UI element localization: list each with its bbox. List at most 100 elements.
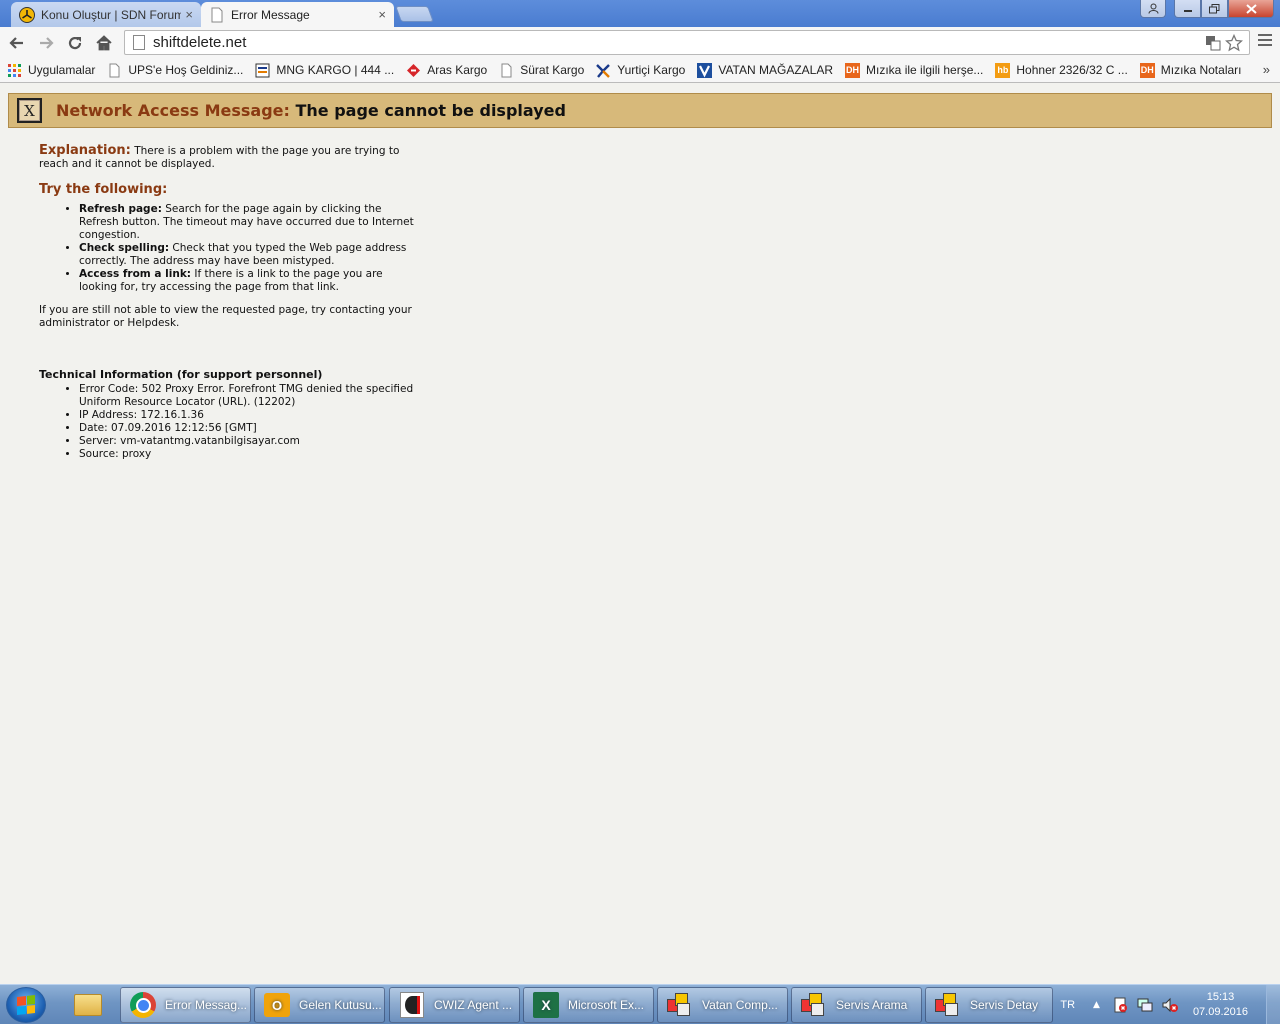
taskbar-outlook[interactable]: O Gelen Kutusu... [254, 987, 385, 1023]
tab-strip: Konu Oluştur | SDN Forum × Error Message… [0, 0, 1280, 27]
new-tab-button[interactable] [395, 6, 434, 22]
error-body: Explanation: There is a problem with the… [39, 144, 419, 461]
bookmark-label: Sürat Kargo [520, 63, 585, 77]
show-hidden-icons-icon[interactable]: ▲ [1093, 1000, 1100, 1010]
banner-label: Network Access Message: [56, 101, 290, 120]
bookmark-label: Aras Kargo [427, 63, 488, 77]
bookmark-aras-kargo[interactable]: Aras Kargo [406, 63, 487, 78]
menu-line [1258, 44, 1272, 46]
tab-title: Error Message [231, 7, 310, 22]
task-label: Error Messag... [165, 998, 248, 1012]
mng-icon [255, 63, 270, 77]
url-text[interactable]: shiftdelete.net [153, 34, 1205, 51]
bookmark-mizika-notalari[interactable]: DH Mızıka Notaları [1139, 62, 1242, 78]
tab-title: Konu Oluştur | SDN Forum [41, 7, 182, 22]
outlook-icon: O [263, 991, 291, 1019]
task-label: Microsoft Ex... [568, 998, 645, 1012]
taskbar-vatan-comp[interactable]: Vatan Comp... [657, 987, 788, 1023]
bookmark-hohner[interactable]: hb Hohner 2326/32 C ... [995, 62, 1128, 78]
explanation-block: Explanation: There is a problem with the… [39, 144, 419, 171]
list-item: Refresh page: Search for the page again … [79, 203, 419, 242]
tip-label: Check spelling: [79, 242, 170, 254]
back-arrow-icon [9, 37, 23, 49]
tab-sdn-forum[interactable]: Konu Oluştur | SDN Forum × [11, 2, 201, 27]
error-banner: X Network Access Message: The page canno… [8, 93, 1272, 128]
task-label: CWIZ Agent ... [434, 998, 513, 1012]
minimize-button[interactable] [1174, 0, 1201, 18]
task-label: Gelen Kutusu... [299, 998, 382, 1012]
back-button[interactable] [5, 31, 29, 55]
bookmark-vatan[interactable]: VATAN MAĞAZALAR [697, 62, 834, 78]
tips-list: Refresh page: Search for the page again … [39, 203, 419, 294]
aras-icon [407, 63, 421, 77]
cwiz-icon [398, 991, 426, 1019]
menu-line [1258, 34, 1272, 36]
excel-icon: X [532, 991, 560, 1019]
chrome-icon [129, 991, 157, 1019]
tech-info-list: Error Code: 502 Proxy Error. Forefront T… [39, 383, 419, 461]
clock[interactable]: 15:13 07.09.2016 [1193, 990, 1248, 1020]
page-icon [133, 35, 145, 50]
user-icon [1148, 3, 1158, 14]
bookmark-mng-kargo[interactable]: MNG KARGO | 444 ... [255, 63, 394, 78]
tab-error-message[interactable]: Error Message × [201, 2, 394, 27]
start-button[interactable] [6, 987, 46, 1023]
explorer-pinned-button[interactable] [64, 988, 112, 1022]
bookmark-surat-kargo[interactable]: Sürat Kargo [499, 63, 584, 78]
explanation-label: Explanation: [39, 143, 131, 158]
yurtici-icon [596, 63, 611, 78]
taskbar-servis-arama[interactable]: Servis Arama [791, 987, 922, 1023]
clock-date: 07.09.2016 [1192, 1006, 1248, 1018]
chrome-menu-button[interactable] [1258, 34, 1272, 48]
bookmark-star-icon[interactable] [1225, 33, 1243, 52]
bookmark-mizika-ilgili[interactable]: DH Mızıka ile ilgili herşe... [845, 62, 983, 78]
page-icon [501, 63, 512, 77]
more-bookmarks-button[interactable]: » [1263, 62, 1270, 77]
bookmark-label: Mızıka Notaları [1160, 63, 1242, 77]
taskbar-chrome[interactable]: Error Messag... [120, 987, 251, 1023]
list-item: IP Address: 172.16.1.36 [79, 409, 419, 422]
restore-button[interactable] [1201, 0, 1228, 18]
bookmark-label: VATAN MAĞAZALAR [718, 63, 834, 77]
dh-icon: DH [1139, 62, 1155, 78]
forward-button[interactable] [34, 31, 58, 55]
browser-toolbar: shiftdelete.net [0, 27, 1280, 58]
bookmark-label: Hohner 2326/32 C ... [1016, 63, 1128, 77]
sdn-logo-icon [19, 6, 35, 23]
taskbar-cwiz-agent[interactable]: CWIZ Agent ... [389, 987, 520, 1023]
restore-icon [1209, 3, 1220, 13]
vatan-app-icon [934, 991, 962, 1019]
language-indicator[interactable]: TR [1060, 999, 1075, 1011]
home-button[interactable] [92, 31, 116, 55]
contact-admin-text: If you are still not able to view the re… [39, 304, 412, 329]
close-window-button[interactable] [1228, 0, 1274, 18]
minimize-icon [1183, 9, 1192, 12]
bookmark-yurtici-kargo[interactable]: Yurtiçi Kargo [596, 63, 685, 78]
tip-label: Refresh page: [79, 203, 162, 215]
address-bar[interactable]: shiftdelete.net [124, 30, 1250, 55]
reload-button[interactable] [63, 31, 87, 55]
list-item: Server: vm-vatantmg.vatanbilgisayar.com [79, 435, 419, 448]
tab-close-icon[interactable]: × [185, 7, 193, 22]
taskbar-excel[interactable]: X Microsoft Ex... [523, 987, 654, 1023]
network-icon[interactable] [1137, 997, 1153, 1013]
action-center-icon[interactable] [1112, 997, 1128, 1013]
folder-icon [74, 994, 102, 1016]
volume-muted-icon[interactable] [1162, 997, 1178, 1013]
show-desktop-button[interactable] [1266, 985, 1280, 1024]
bookmark-ups[interactable]: UPS'e Hoş Geldiniz... [107, 63, 243, 78]
banner-title: Network Access Message: The page cannot … [56, 101, 566, 120]
bookmark-label: Yurtiçi Kargo [617, 63, 686, 77]
hb-icon: hb [995, 62, 1011, 78]
tip-label: Access from a link: [79, 268, 192, 280]
vatan-app-icon [666, 991, 694, 1019]
bookmark-label: UPS'e Hoş Geldiniz... [128, 63, 244, 77]
translate-icon[interactable] [1205, 35, 1221, 51]
window-controls [1140, 0, 1274, 18]
page-icon [109, 63, 120, 77]
bookmark-apps[interactable]: Uygulamalar [7, 63, 95, 78]
tab-close-icon[interactable]: × [378, 7, 386, 22]
vatan-app-icon [800, 991, 828, 1019]
taskbar-servis-detay[interactable]: Servis Detay [925, 987, 1053, 1023]
profile-button[interactable] [1140, 0, 1166, 18]
